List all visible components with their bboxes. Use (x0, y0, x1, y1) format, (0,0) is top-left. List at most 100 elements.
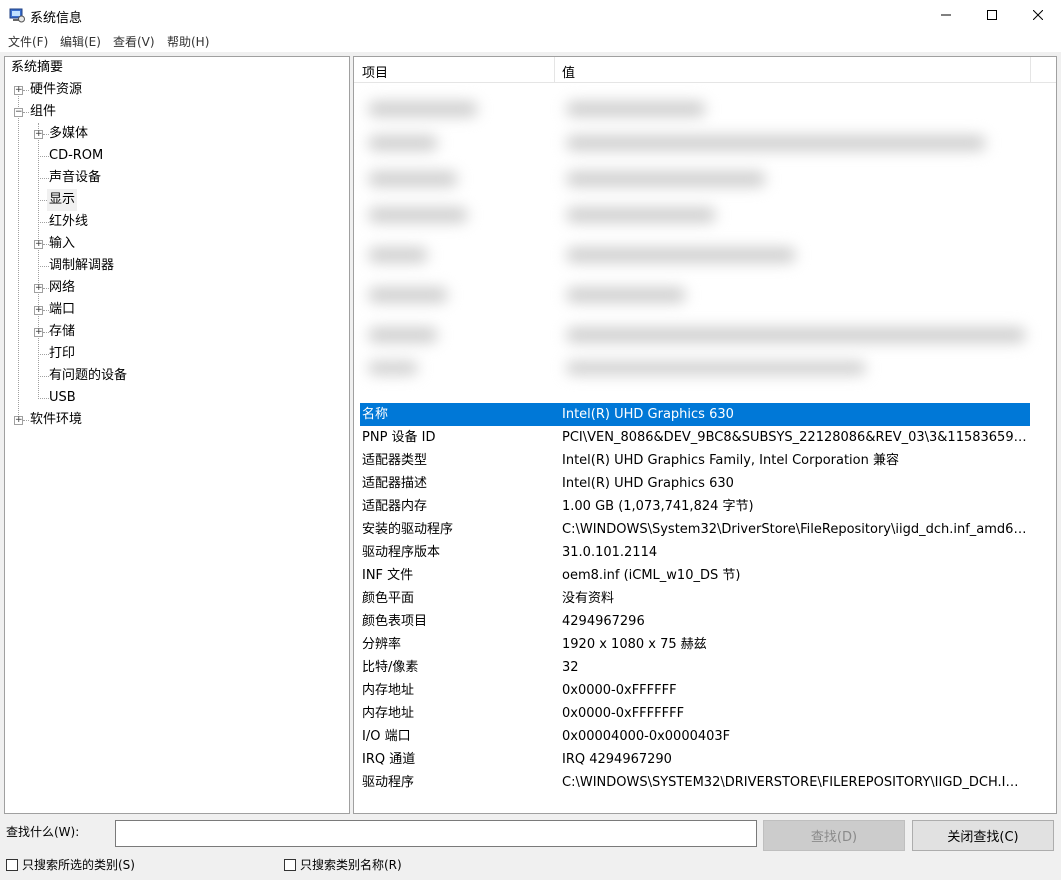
tree-item-label: USB (49, 390, 76, 405)
expand-icon[interactable]: + (34, 240, 43, 249)
tree-item-modem[interactable]: 调制解调器 (49, 255, 114, 277)
table-row[interactable]: INF 文件 oem8.inf (iCML_w10_DS 节) (360, 564, 1030, 587)
row-item: 驱动程序版本 (362, 545, 441, 560)
table-row[interactable]: 适配器类型 Intel(R) UHD Graphics Family, Inte… (360, 449, 1030, 472)
table-row[interactable]: 适配器内存 1.00 GB (1,073,741,824 字节) (360, 495, 1030, 518)
table-row[interactable]: 颜色平面 没有资料 (360, 587, 1030, 610)
row-value: IRQ 4294967290 (562, 752, 672, 767)
tree-item-multimedia[interactable]: 多媒体 (49, 123, 88, 145)
tree-item-label: 硬件资源 (30, 82, 83, 97)
table-row[interactable]: 内存地址 0x0000-0xFFFFFF (360, 679, 1030, 702)
row-value: 0x0000-0xFFFFFFF (562, 706, 685, 721)
close-button[interactable] (1015, 0, 1061, 30)
table-row[interactable]: 颜色表项目 4294967296 (360, 610, 1030, 633)
expand-icon[interactable]: + (34, 306, 43, 315)
table-row[interactable]: IRQ 通道 IRQ 4294967290 (360, 748, 1030, 771)
row-item: 驱动程序 (362, 775, 415, 790)
column-separator[interactable] (1030, 57, 1031, 83)
table-row[interactable]: 比特/像素 32 (360, 656, 1030, 679)
table-row[interactable]: 分辨率 1920 x 1080 x 75 赫兹 (360, 633, 1030, 656)
tree-line (38, 398, 49, 399)
column-header-item[interactable]: 项目 (362, 62, 388, 81)
tree-item-components[interactable]: 组件 (30, 101, 56, 123)
expand-icon[interactable]: + (14, 416, 23, 425)
tree-item-software-environment[interactable]: 软件环境 (30, 409, 82, 431)
row-item: 分辨率 (362, 637, 402, 652)
table-row[interactable]: 驱动程序版本 31.0.101.2114 (360, 541, 1030, 564)
close-find-button[interactable]: 关闭查找(C) (912, 820, 1054, 851)
expand-icon[interactable]: + (14, 86, 23, 95)
checkbox-icon[interactable] (6, 858, 18, 871)
tree-item-label: CD-ROM (49, 148, 104, 163)
expand-icon[interactable]: + (34, 284, 43, 293)
menu-edit[interactable]: 编辑(E) (60, 33, 101, 50)
close-icon (1033, 10, 1043, 20)
row-value: 0x0000-0xFFFFFF (562, 683, 677, 698)
row-value: Intel(R) UHD Graphics Family, Intel Corp… (562, 453, 899, 468)
tree-item-printing[interactable]: 打印 (49, 343, 75, 365)
tree-item-network[interactable]: 网络 (49, 277, 75, 299)
expand-icon[interactable]: + (34, 130, 43, 139)
tree-line (38, 178, 49, 179)
tree-item-label: 输入 (49, 236, 76, 251)
column-header-value[interactable]: 值 (562, 62, 575, 81)
row-item: 安装的驱动程序 (362, 522, 454, 537)
table-row[interactable]: I/O 端口 0x00004000-0x0000403F (360, 725, 1030, 748)
tree-item-storage[interactable]: 存储 (49, 321, 75, 343)
find-button[interactable]: 查找(D) (763, 820, 905, 851)
tree-item-hardware-resources[interactable]: 硬件资源 (30, 79, 82, 101)
search-category-names-checkbox[interactable]: 只搜索类别名称(R) (284, 856, 402, 873)
row-item: 内存地址 (362, 706, 415, 721)
details-list[interactable]: 项目 值 名称 Intel(R) UHD Graphics 630 PNP 设备… (353, 56, 1057, 814)
row-value: Intel(R) UHD Graphics 630 (562, 476, 734, 491)
tree-item-usb[interactable]: USB (49, 387, 76, 409)
row-item: 比特/像素 (362, 660, 419, 675)
tree-item-label: 存储 (49, 324, 76, 339)
tree-item-label: 红外线 (49, 214, 89, 229)
tree-line (38, 354, 49, 355)
menu-view[interactable]: 查看(V) (113, 33, 155, 50)
row-value: C:\WINDOWS\System32\DriverStore\FileRepo… (562, 522, 1028, 537)
row-item: 适配器描述 (362, 476, 428, 491)
row-item: 内存地址 (362, 683, 415, 698)
menu-help[interactable]: 帮助(H) (167, 33, 209, 50)
table-row[interactable]: 驱动程序 C:\WINDOWS\SYSTEM32\DRIVERSTORE\FIL… (360, 771, 1030, 794)
table-row[interactable]: 名称 Intel(R) UHD Graphics 630 (360, 403, 1030, 426)
tree-item-sound-device[interactable]: 声音设备 (49, 167, 101, 189)
menu-file[interactable]: 文件(F) (8, 33, 48, 50)
tree-item-label: 声音设备 (49, 170, 102, 185)
search-selected-category-checkbox[interactable]: 只搜索所选的类别(S) (6, 856, 135, 873)
checkbox-icon[interactable] (284, 858, 296, 871)
row-value: 4294967296 (562, 614, 645, 629)
tree-line (23, 90, 29, 91)
row-item: 颜色表项目 (362, 614, 428, 629)
category-tree[interactable]: 系统摘要 + 硬件资源 − 组件 + 多媒体 CD-ROM 声音设备 显示 红外… (4, 56, 350, 814)
collapse-icon[interactable]: − (14, 108, 23, 117)
row-value: oem8.inf (iCML_w10_DS 节) (562, 568, 741, 583)
tree-item-ports[interactable]: 端口 (49, 299, 75, 321)
maximize-button[interactable] (969, 0, 1015, 30)
tree-item-cdrom[interactable]: CD-ROM (49, 145, 103, 167)
tree-item-label: 端口 (49, 302, 76, 317)
tree-line (18, 90, 19, 421)
expand-icon[interactable]: + (34, 328, 43, 337)
column-separator[interactable] (554, 57, 555, 83)
row-value: 32 (562, 660, 579, 675)
tree-item-system-summary[interactable]: 系统摘要 (11, 57, 63, 79)
tree-item-label: 网络 (49, 280, 76, 295)
row-item: INF 文件 (362, 568, 414, 583)
table-row[interactable]: 适配器描述 Intel(R) UHD Graphics 630 (360, 472, 1030, 495)
tree-item-display[interactable]: 显示 (47, 189, 78, 211)
tree-item-problem-devices[interactable]: 有问题的设备 (49, 365, 127, 387)
table-row[interactable]: PNP 设备 ID PCI\VEN_8086&DEV_9BC8&SUBSYS_2… (360, 426, 1030, 449)
find-input[interactable] (115, 820, 757, 847)
table-row[interactable]: 内存地址 0x0000-0xFFFFFFF (360, 702, 1030, 725)
checkbox-label: 只搜索类别名称(R) (300, 858, 402, 872)
tree-item-infrared[interactable]: 红外线 (49, 211, 88, 233)
tree-item-input[interactable]: 输入 (49, 233, 75, 255)
minimize-button[interactable] (923, 0, 969, 30)
table-row[interactable]: 安装的驱动程序 C:\WINDOWS\System32\DriverStore\… (360, 518, 1030, 541)
row-item: I/O 端口 (362, 729, 411, 744)
tree-line (38, 156, 49, 157)
tree-line (38, 266, 49, 267)
